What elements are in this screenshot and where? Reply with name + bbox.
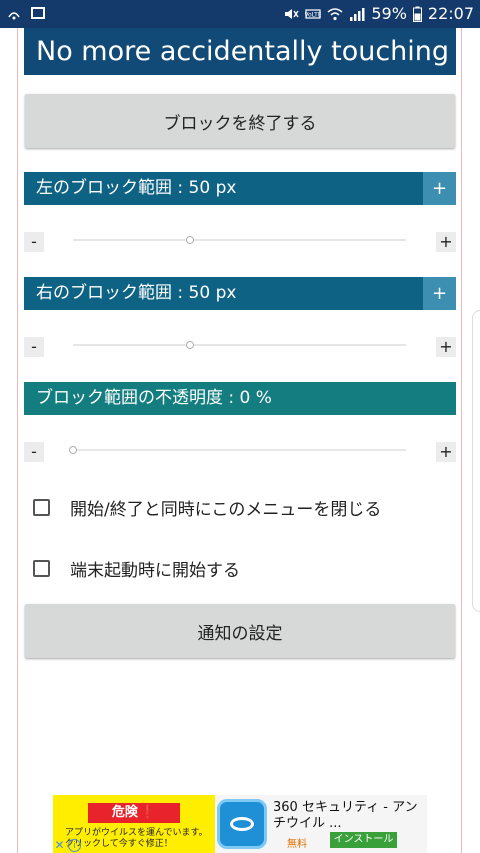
left-range-label: 左のブロック範囲 : 50 px <box>36 178 237 198</box>
ad-danger-badge: 危険 ❗ <box>88 803 180 823</box>
left-range-plus-button[interactable]: + <box>423 172 456 205</box>
right-range-label: 右のブロック範囲 : 50 px <box>36 283 237 303</box>
wifi-calling-icon <box>6 5 22 21</box>
left-range-minus-button[interactable]: - <box>24 232 44 252</box>
ad-warning-text: アプリがウイルスを運んでいます。クリックして今すぐ修正！ <box>65 828 208 849</box>
battery-percent: 59% <box>371 4 407 23</box>
wifi-icon <box>327 6 343 22</box>
signal-icon <box>349 6 365 22</box>
opacity-slider[interactable] <box>69 446 406 454</box>
content-border-right <box>461 28 462 853</box>
ad-banner[interactable]: 危険 ❗ アプリがウイルスを運んでいます。クリックして今すぐ修正！ ✕ i 360… <box>53 795 427 853</box>
page-title: No more accidentally touching <box>24 28 456 75</box>
edge-panel-handle[interactable] <box>472 310 480 612</box>
right-range-minus-button[interactable]: - <box>24 337 44 357</box>
stop-block-button[interactable]: ブロックを終了する <box>25 94 455 148</box>
svg-text:VoLTE: VoLTE <box>305 11 321 18</box>
ad-install-button[interactable]: インストール <box>330 832 397 848</box>
ad-app-title[interactable]: 360 セキュリティ - アンチウイル ... <box>273 800 425 832</box>
start-on-boot-label: 端末起動時に開始する <box>70 561 240 581</box>
close-menu-label: 開始/終了と同時にこのメニューを閉じる <box>70 500 382 520</box>
mute-icon <box>283 6 299 22</box>
volte-icon: VoLTE <box>305 6 322 22</box>
left-range-slider-thumb[interactable] <box>186 236 194 244</box>
opacity-header: ブロック範囲の不透明度 : 0 % <box>24 382 456 415</box>
ad-image[interactable]: 危険 ❗ アプリがウイルスを運んでいます。クリックして今すぐ修正！ ✕ i <box>53 795 215 853</box>
status-bar: VoLTE 59% 22:07 <box>0 0 480 28</box>
right-range-plus-small-button[interactable]: + <box>436 337 456 357</box>
opacity-plus-button[interactable]: + <box>436 442 456 462</box>
right-range-plus-button[interactable]: + <box>423 277 456 310</box>
left-range-slider[interactable] <box>73 236 406 244</box>
start-on-boot-option[interactable]: 端末起動時に開始する <box>33 556 240 581</box>
ad-close-icon[interactable]: ✕ <box>53 839 66 852</box>
battery-icon <box>412 6 422 22</box>
right-range-slider-thumb[interactable] <box>186 341 194 349</box>
notification-settings-button[interactable]: 通知の設定 <box>25 604 455 658</box>
opacity-label: ブロック範囲の不透明度 : 0 % <box>36 388 272 408</box>
clock: 22:07 <box>427 4 474 23</box>
left-range-header: 左のブロック範囲 : 50 px + <box>24 172 456 205</box>
ad-app-icon[interactable] <box>217 799 267 849</box>
ad-price: 無料 <box>287 839 307 850</box>
start-on-boot-checkbox[interactable] <box>33 560 50 577</box>
left-range-plus-small-button[interactable]: + <box>436 232 456 252</box>
right-range-header: 右のブロック範囲 : 50 px + <box>24 277 456 310</box>
content-border-left <box>17 28 18 853</box>
screenshot-icon <box>30 5 46 21</box>
ad-info-icon[interactable]: i <box>68 839 81 852</box>
close-menu-checkbox[interactable] <box>33 499 50 516</box>
right-range-slider[interactable] <box>73 341 406 349</box>
close-menu-option[interactable]: 開始/終了と同時にこのメニューを閉じる <box>33 495 381 520</box>
opacity-slider-thumb[interactable] <box>69 446 77 454</box>
opacity-minus-button[interactable]: - <box>24 442 44 462</box>
